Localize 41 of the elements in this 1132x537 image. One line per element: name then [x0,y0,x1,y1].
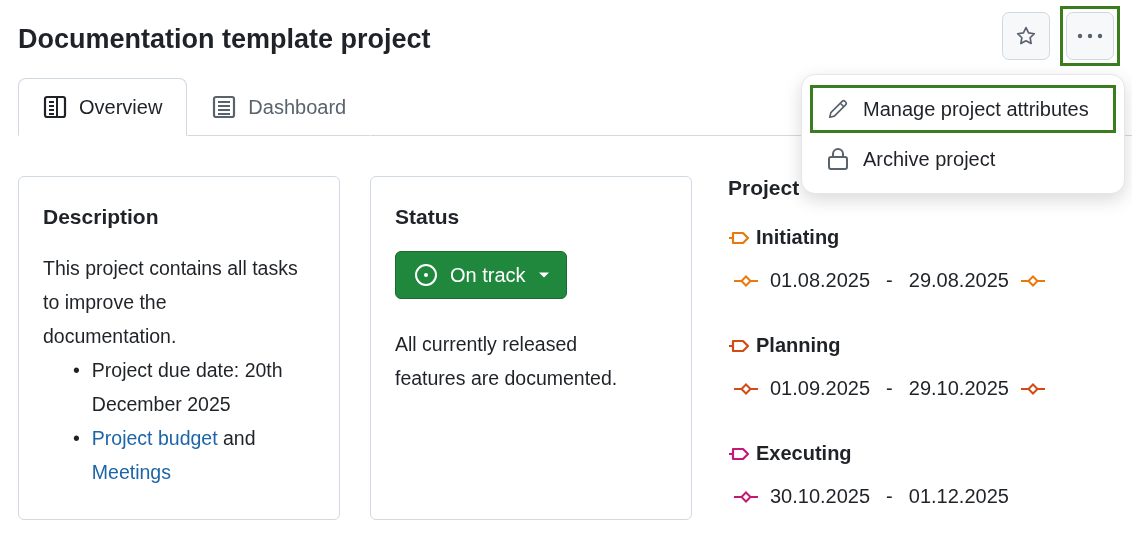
page-title: Documentation template project [18,23,431,55]
circle-dot-icon [414,263,438,287]
bullet-marker: • [73,358,80,383]
lock-icon [827,147,849,171]
section-heading: Project [728,176,801,200]
menu-item[interactable]: Archive project [810,135,1116,183]
date-separator: - [886,377,893,400]
status-button[interactable]: On track [395,251,567,299]
end-date: 29.10.2025 [908,377,1009,400]
list-icon [212,95,237,119]
milestone-icon [734,382,758,395]
bullet-marker: • [73,426,80,451]
pencil-icon [827,98,849,120]
milestone-icon [734,490,758,503]
description-text: This project contains all tasks to improve the documentation. [43,256,299,349]
date-separator: - [886,485,893,508]
milestone-icon [734,274,758,287]
start-date: 01.08.2025 [770,269,871,292]
more-button[interactable] [1066,12,1114,60]
star-icon [1015,25,1037,47]
card-heading: Description [43,205,160,229]
date-separator: - [886,269,893,292]
end-date: 01.12.2025 [908,485,1009,508]
phase-name: Executing [756,442,852,465]
phase-name: Initiating [756,226,840,249]
caret-icon [537,271,550,279]
favorite-button[interactable] [1002,12,1050,60]
phase-name: Planning [756,334,841,357]
more-icon [1077,33,1103,39]
tab[interactable]: Overview [18,78,188,136]
end-date: 29.08.2025 [908,269,1009,292]
book-icon [43,95,67,119]
card-heading: Status [395,205,461,229]
start-date: 01.09.2025 [770,377,871,400]
link[interactable]: Meetings [91,461,171,483]
link[interactable]: Project budget [91,427,218,449]
tab[interactable]: Dashboard [187,78,372,136]
menu-item[interactable]: Manage project attributes [810,85,1116,133]
bullet-text: and [223,427,256,449]
start-date: 30.10.2025 [770,485,871,508]
status-text: All currently released features are documented. [395,332,619,391]
